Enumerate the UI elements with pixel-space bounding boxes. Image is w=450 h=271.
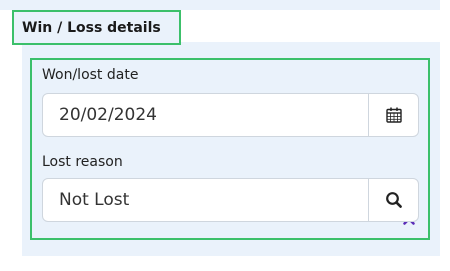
win-loss-form: Won/lost date 20/02/2024 Lost reason Not… xyxy=(30,58,430,240)
section-header: Win / Loss details xyxy=(12,10,181,45)
lost-reason-value[interactable]: Not Lost xyxy=(59,190,129,210)
won-lost-date-value[interactable]: 20/02/2024 xyxy=(59,105,157,125)
search-icon[interactable] xyxy=(385,191,403,209)
lost-reason-field[interactable]: Not Lost xyxy=(42,178,419,222)
lost-reason-search-button[interactable] xyxy=(368,179,418,221)
calendar-icon[interactable] xyxy=(385,106,403,124)
date-picker-button[interactable] xyxy=(368,94,418,136)
won-lost-date-label: Won/lost date xyxy=(42,67,139,83)
top-strip xyxy=(0,0,440,10)
section-title: Win / Loss details xyxy=(22,20,161,36)
lost-reason-label: Lost reason xyxy=(42,154,123,170)
won-lost-date-field[interactable]: 20/02/2024 xyxy=(42,93,419,137)
